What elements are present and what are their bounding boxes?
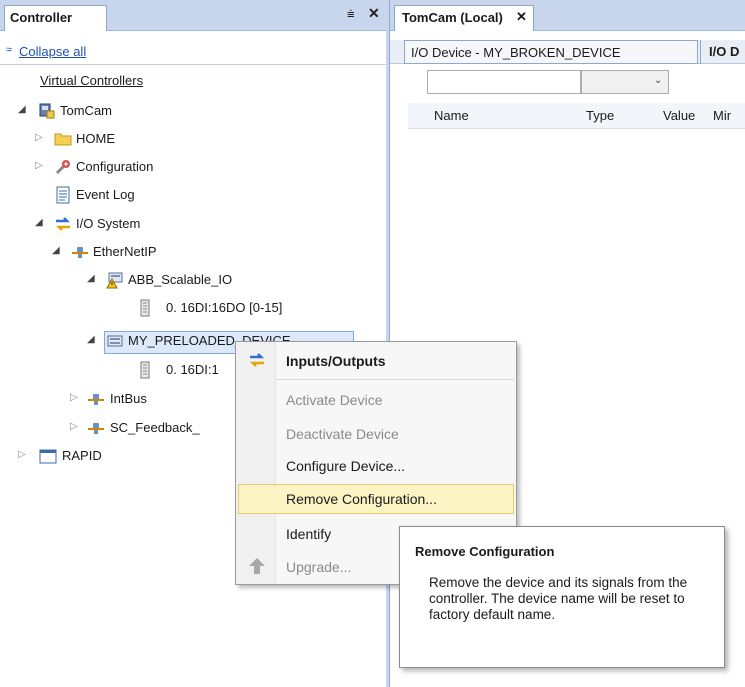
tooltip-body: Remove the device and its signals from t… xyxy=(429,575,688,622)
tree-item-rapid[interactable]: ▷ RAPID xyxy=(18,446,168,468)
device-icon xyxy=(107,335,123,347)
tree-item-intbus[interactable]: ▷ IntBus xyxy=(70,389,230,411)
subtab-io-d[interactable]: I/O D xyxy=(700,40,745,64)
context-menu-gutter xyxy=(236,342,276,584)
tree-item-home[interactable]: ▷ HOME xyxy=(35,129,235,151)
tree-item-label: IntBus xyxy=(110,391,147,406)
subtab-io-device[interactable]: I/O Device - MY_BROKEN_DEVICE xyxy=(404,40,698,64)
menu-item-configure-device[interactable]: Configure Device... xyxy=(286,458,405,474)
tree-item-label: Configuration xyxy=(76,159,154,174)
io-system-icon xyxy=(55,217,71,231)
filter-text-input[interactable] xyxy=(427,70,581,94)
tree-item-sc-feedback[interactable]: ▷ SC_Feedback_ xyxy=(70,418,235,440)
tree-item-ethernetip[interactable]: ◢ EtherNetIP xyxy=(52,242,252,264)
tooltip-remove-configuration: Remove Configuration Remove the device a… xyxy=(399,526,725,668)
folder-icon xyxy=(54,133,72,146)
collapsed-arrow-icon[interactable]: ▷ xyxy=(18,449,26,460)
column-header-min[interactable]: Mir xyxy=(713,108,731,123)
network-icon xyxy=(72,247,88,258)
menu-separator xyxy=(276,379,514,380)
menu-item-activate-device[interactable]: Activate Device xyxy=(286,392,382,408)
column-header-type[interactable]: Type xyxy=(586,108,614,123)
collapsed-arrow-icon[interactable]: ▷ xyxy=(35,132,43,143)
event-log-icon xyxy=(56,186,70,204)
tree-item-label: SC_Feedback_ xyxy=(110,420,200,435)
tree-item-label: RAPID xyxy=(62,448,102,463)
expanded-arrow-icon[interactable]: ◢ xyxy=(87,334,95,345)
tree-item-abb-module[interactable]: 0. 16DI:16DO [0-15] xyxy=(126,298,346,320)
collapse-all-row: ≈ Collapse all xyxy=(0,41,387,65)
tree-item-my-module[interactable]: 0. 16DI:1 xyxy=(126,360,246,382)
network-icon xyxy=(88,423,104,434)
tree-item-label: TomCam xyxy=(60,103,113,118)
editor-subtab-bar: I/O Device - MY_BROKEN_DEVICE I/O D xyxy=(390,40,745,64)
tree-item-event-log[interactable]: Event Log xyxy=(35,185,235,207)
configuration-icon xyxy=(55,160,70,175)
controller-icon xyxy=(39,103,55,119)
tree-item-label: 0. 16DI:16DO [0-15] xyxy=(166,300,283,315)
tree-item-label: I/O System xyxy=(76,216,141,231)
document-tab-strip: TomCam (Local) ✕ xyxy=(390,0,745,31)
tree-item-label: 0. 16DI:1 xyxy=(166,362,219,377)
collapsed-arrow-icon[interactable]: ▷ xyxy=(35,160,43,171)
collapsed-arrow-icon[interactable]: ▷ xyxy=(70,392,78,403)
filter-dropdown[interactable]: ⌄ xyxy=(581,70,669,94)
chevron-down-icon: ⌄ xyxy=(654,75,663,86)
expanded-arrow-icon[interactable]: ◢ xyxy=(87,273,95,284)
tree-item-abb-scalable-io[interactable]: ◢ ABB_Scalable_IO xyxy=(87,270,307,292)
tree-item-label: ABB_Scalable_IO xyxy=(128,272,233,287)
column-header-value[interactable]: Value xyxy=(663,108,695,123)
tab-label: TomCam (Local) xyxy=(402,10,503,25)
tab-tomcam-local[interactable]: TomCam (Local) ✕ xyxy=(394,5,534,31)
tree-item-label: Event Log xyxy=(76,187,135,202)
tree-root-virtual-controllers[interactable]: Virtual Controllers xyxy=(40,73,143,88)
module-icon xyxy=(140,299,150,317)
tree-item-label: EtherNetIP xyxy=(93,244,157,259)
tree-item-io-system[interactable]: ◢ I/O System xyxy=(35,214,235,236)
expanded-arrow-icon[interactable]: ◢ xyxy=(52,245,60,256)
menu-item-deactivate-device[interactable]: Deactivate Device xyxy=(286,426,399,442)
network-icon xyxy=(88,394,104,405)
tree-item-tomcam[interactable]: ◢ TomCam xyxy=(18,101,218,123)
close-icon[interactable]: ✕ xyxy=(368,5,380,22)
expanded-arrow-icon[interactable]: ◢ xyxy=(18,104,26,115)
tooltip-title: Remove Configuration xyxy=(415,544,555,559)
tree-item-label: HOME xyxy=(76,131,115,146)
collapsed-arrow-icon[interactable]: ▷ xyxy=(70,421,78,432)
column-header-name[interactable]: Name xyxy=(434,108,469,123)
pin-icon[interactable]: ⩧ xyxy=(347,6,355,22)
menu-item-remove-configuration[interactable]: Remove Configuration... xyxy=(286,491,437,507)
signals-grid-header: Name Type Value Mir xyxy=(408,103,745,129)
module-icon xyxy=(140,361,150,379)
collapse-icon[interactable]: ≈ xyxy=(6,44,12,56)
close-icon[interactable]: ✕ xyxy=(516,9,527,25)
controller-pane-header: Controller ⩧ ✕ xyxy=(0,0,387,31)
device-warning-icon xyxy=(106,272,123,289)
collapse-all-link[interactable]: Collapse all xyxy=(19,44,86,59)
rapid-icon xyxy=(39,449,57,464)
controller-tab[interactable]: Controller xyxy=(4,5,107,31)
tree-item-configuration[interactable]: ▷ Configuration xyxy=(35,157,235,179)
expanded-arrow-icon[interactable]: ◢ xyxy=(35,217,43,228)
inputs-outputs-icon xyxy=(249,353,265,367)
menu-item-inputs-outputs[interactable]: Inputs/Outputs xyxy=(286,353,386,369)
menu-item-upgrade[interactable]: Upgrade... xyxy=(286,559,351,575)
upgrade-arrow-icon xyxy=(249,558,265,574)
menu-item-identify[interactable]: Identify xyxy=(286,526,331,542)
